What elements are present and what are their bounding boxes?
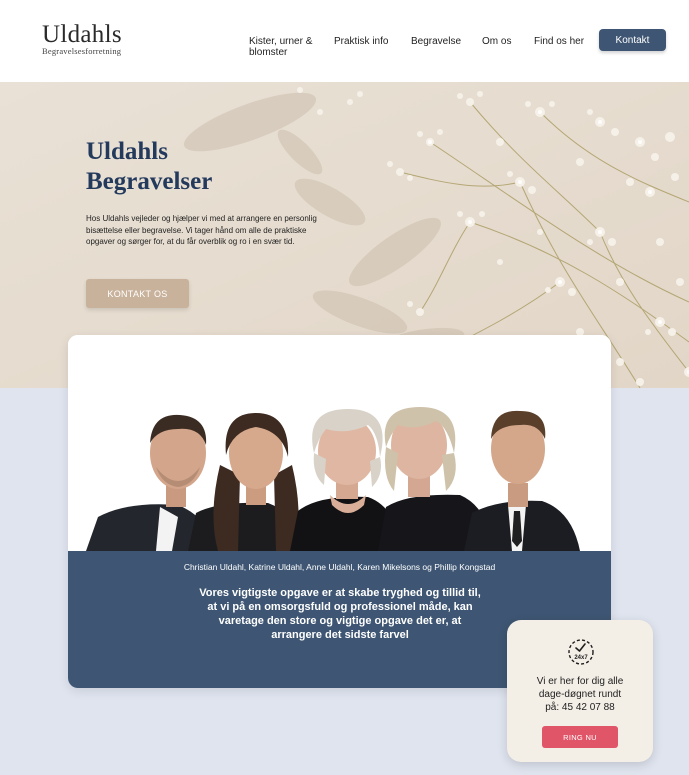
logo-title: Uldahls xyxy=(42,21,122,48)
logo-subtitle: Begravelsesforretning xyxy=(42,46,122,56)
clock-label: 24x7 xyxy=(574,655,588,661)
nav-item-label: Kister, urner & xyxy=(249,36,313,47)
nav-item-find-os-her[interactable]: Find os her xyxy=(534,36,584,47)
hero-description: Hos Uldahls vejleder og hjælper vi med a… xyxy=(86,214,317,246)
nav-item-praktisk-info[interactable]: Praktisk info xyxy=(334,36,388,47)
nav-item-label-line2: blomster xyxy=(249,47,288,58)
call-now-button[interactable]: RING NU xyxy=(542,726,618,748)
site-header: Uldahls Begravelsesforretning Kister, ur… xyxy=(0,0,689,82)
nav-item-begravelse[interactable]: Begravelse xyxy=(411,36,461,47)
contact-us-button[interactable]: KONTAKT OS xyxy=(86,279,189,308)
team-photo xyxy=(68,335,611,551)
nav-item-label: Om os xyxy=(482,36,512,47)
hero-title-line1: Uldahls xyxy=(86,138,168,165)
nav-item-label: Find os her xyxy=(534,36,585,47)
contact-button[interactable]: Kontakt xyxy=(599,29,666,51)
call-text: Vi er her for dig alle dage-døgnet rundt… xyxy=(507,675,653,714)
nav-item-label: Begravelse xyxy=(411,36,462,47)
hero-title: Uldahls Begravelser xyxy=(86,137,212,197)
call-text-phone: på: 45 42 07 88 xyxy=(545,702,615,713)
clock-24x7-icon: 24x7 xyxy=(568,639,594,665)
nav-item-kister[interactable]: Kister, urner & blomster xyxy=(249,36,312,58)
team-quote: Vores vigtigste opgave er at skabe trygh… xyxy=(199,587,481,641)
nav-item-om-os[interactable]: Om os xyxy=(482,36,511,47)
hero-title-line2: Begravelser xyxy=(86,168,213,195)
nav-item-label: Praktisk info xyxy=(334,36,389,47)
call-us-box: 24x7 Vi er her for dig alle dage-døgnet … xyxy=(507,620,653,762)
logo[interactable]: Uldahls Begravelsesforretning xyxy=(42,22,122,56)
call-text-line1: Vi er her for dig alle xyxy=(536,676,624,687)
team-names: Christian Uldahl, Katrine Uldahl, Anne U… xyxy=(183,562,496,572)
call-text-line2: dage-døgnet rundt xyxy=(538,689,622,700)
